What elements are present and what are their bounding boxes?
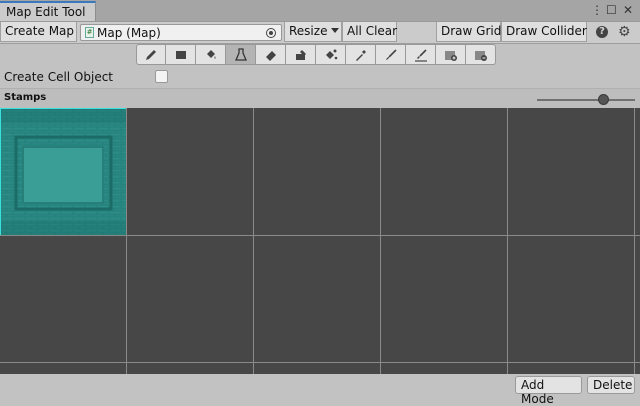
brush-tool-button[interactable] xyxy=(376,44,406,65)
brush-line-icon xyxy=(414,48,427,62)
bucket-magic-tool-button[interactable] xyxy=(316,44,346,65)
add-mode-button[interactable]: Add Mode xyxy=(515,376,582,406)
maximize-icon[interactable]: ☐ xyxy=(606,3,617,17)
eraser-tool-button[interactable] xyxy=(256,44,286,65)
stamps-header: Stamps xyxy=(0,88,640,108)
grid-line xyxy=(0,362,640,363)
brush-line-tool-button[interactable] xyxy=(406,44,436,65)
eyedropper-tool-button[interactable] xyxy=(346,44,376,65)
grid-line xyxy=(126,108,127,374)
map-object-field[interactable]: # Map (Map) xyxy=(80,24,282,41)
stamp-cell-selected[interactable] xyxy=(0,108,127,236)
grid-line xyxy=(253,108,254,374)
bucket-magic-icon xyxy=(325,49,337,59)
draw-grid-toggle[interactable]: Draw Grid xyxy=(436,22,501,42)
flask-tool-button[interactable] xyxy=(226,44,256,65)
eraser-fill-tool-button[interactable] xyxy=(286,44,316,65)
stamp-zoom-slider-thumb[interactable] xyxy=(597,94,609,105)
resize-label: Resize xyxy=(289,24,328,38)
stone-frame-tile-image xyxy=(1,109,126,235)
bucket-fill-tool-button[interactable] xyxy=(196,44,226,65)
rectangle-tool-button[interactable] xyxy=(166,44,196,65)
eyedropper-icon xyxy=(355,49,366,61)
pencil-icon xyxy=(146,49,156,60)
remove-layer-icon xyxy=(474,50,487,61)
pencil-tool-button[interactable] xyxy=(136,44,166,65)
create-map-button[interactable]: Create Map xyxy=(0,22,77,42)
stamp-zoom-slider-track[interactable] xyxy=(537,99,635,101)
map-field-value: Map (Map) xyxy=(97,26,161,40)
help-icon[interactable]: ? xyxy=(596,26,608,38)
bucket-fill-icon xyxy=(206,49,215,59)
tab-map-edit-tool[interactable]: Map Edit Tool xyxy=(0,1,96,21)
eraser-fill-icon xyxy=(295,49,306,60)
toolbar: Create Map # Map (Map) Resize All Clear … xyxy=(0,22,640,44)
settings-gear-icon[interactable]: ⚙ xyxy=(618,24,631,40)
rectangle-icon xyxy=(175,50,186,59)
close-icon[interactable]: ✕ xyxy=(623,3,633,17)
object-picker-icon[interactable] xyxy=(266,28,276,38)
stamps-label: Stamps xyxy=(4,92,47,103)
eraser-icon xyxy=(265,50,276,61)
tool-palette xyxy=(136,44,496,66)
draw-collider-toggle[interactable]: Draw Collider xyxy=(501,22,587,42)
footer-bar: Add Mode Delete xyxy=(0,374,640,406)
grid-line xyxy=(380,108,381,374)
resize-dropdown[interactable]: Resize xyxy=(284,22,342,42)
all-clear-button[interactable]: All Clear xyxy=(342,22,397,42)
flask-icon xyxy=(234,47,247,61)
grid-line xyxy=(634,108,635,374)
window-tab-bar: Map Edit Tool ⋮ ☐ ✕ xyxy=(0,0,640,22)
grid-line xyxy=(507,108,508,374)
delete-button[interactable]: Delete xyxy=(587,376,635,394)
map-asset-icon: # xyxy=(85,27,94,38)
add-layer-icon xyxy=(444,50,457,61)
grid-line xyxy=(0,235,640,236)
create-cell-object-label: Create Cell Object xyxy=(4,70,114,84)
dropdown-arrow-icon xyxy=(331,28,340,33)
create-cell-object-checkbox[interactable] xyxy=(155,70,168,83)
window-menu-icon[interactable]: ⋮ xyxy=(591,3,603,17)
stamp-grid[interactable] xyxy=(0,108,640,374)
remove-layer-tool-button[interactable] xyxy=(466,44,496,65)
brush-icon xyxy=(385,48,397,60)
add-layer-tool-button[interactable] xyxy=(436,44,466,65)
